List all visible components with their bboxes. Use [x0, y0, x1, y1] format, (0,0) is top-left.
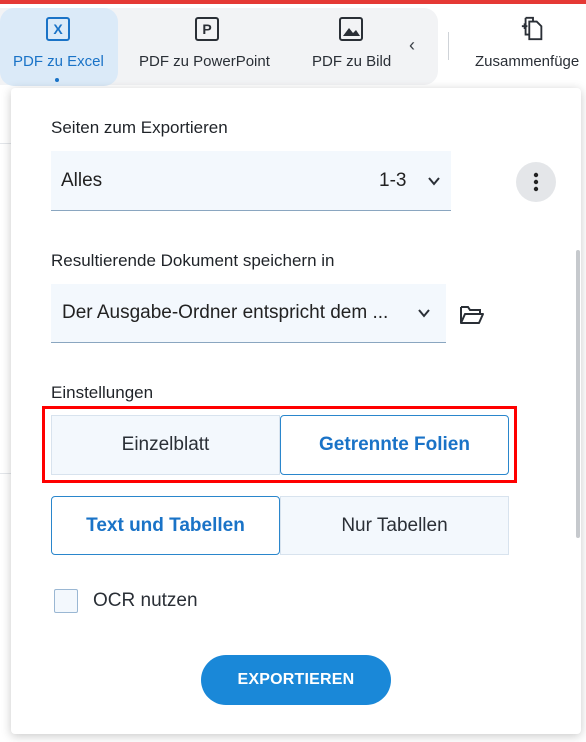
tool-label: PDF zu PowerPoint [139, 53, 270, 70]
ocr-label: OCR nutzen [93, 590, 198, 611]
option-label: Einzelblatt [121, 434, 210, 455]
output-folder-value: Der Ausgabe-Ordner entspricht dem ... [62, 302, 389, 323]
scroll-left-chevron-icon[interactable]: ‹ [409, 35, 415, 56]
output-folder-select[interactable]: Der Ausgabe-Ordner entspricht dem ... [51, 284, 446, 343]
tool-label: PDF zu Excel [13, 53, 104, 70]
settings-heading: Einstellungen [51, 383, 154, 402]
chevron-down-icon [428, 177, 440, 186]
svg-text:P: P [202, 21, 211, 37]
tool-pdf-to-powerpoint[interactable]: P PDF zu PowerPoint [132, 8, 282, 86]
pages-select[interactable]: Alles 1-3 [51, 151, 451, 211]
pages-heading: Seiten zum Exportieren [51, 118, 228, 137]
top-accent-line [0, 0, 586, 4]
export-button[interactable]: EXPORTIEREN [201, 655, 391, 705]
image-icon [338, 16, 364, 42]
kebab-menu-icon [533, 172, 539, 192]
toolbar-separator [448, 32, 449, 60]
merge-documents-icon [520, 16, 546, 42]
more-options-button[interactable] [516, 162, 556, 202]
option-text-and-tables[interactable]: Text und Tabellen [51, 496, 280, 555]
ocr-checkbox[interactable] [54, 589, 78, 613]
tool-merge[interactable]: Zusammenfüge [468, 8, 586, 86]
tool-pdf-to-image[interactable]: PDF zu Bild [302, 8, 404, 86]
active-indicator-dot [55, 78, 59, 82]
svg-text:X: X [53, 21, 63, 37]
content-segmented-control: Text und Tabellen Nur Tabellen [51, 496, 509, 555]
export-button-label: EXPORTIEREN [237, 671, 355, 688]
background-divider [0, 473, 11, 474]
excel-x-icon: X [45, 16, 71, 42]
layout-segmented-control: Einzelblatt Getrennte Folien [51, 415, 509, 475]
open-folder-icon[interactable] [459, 304, 485, 326]
option-tables-only[interactable]: Nur Tabellen [280, 496, 509, 555]
option-label: Getrennte Folien [319, 434, 470, 455]
option-single-sheet[interactable]: Einzelblatt [51, 415, 280, 475]
option-label: Text und Tabellen [86, 514, 245, 536]
export-settings-panel: Seiten zum Exportieren Alles 1-3 Resulti… [11, 88, 581, 734]
powerpoint-p-icon: P [194, 16, 220, 42]
tool-pdf-to-excel[interactable]: X PDF zu Excel [0, 8, 118, 86]
pages-value: Alles [61, 169, 103, 191]
tool-label: Zusammenfüge [475, 53, 580, 70]
background-divider [0, 143, 11, 144]
option-separate-slides[interactable]: Getrennte Folien [280, 415, 509, 475]
scrollbar-thumb[interactable] [576, 250, 580, 538]
save-location-heading: Resultierende Dokument speichern in [51, 251, 335, 270]
tool-label: PDF zu Bild [312, 53, 392, 70]
pages-range: 1-3 [379, 169, 407, 191]
option-label: Nur Tabellen [341, 514, 448, 536]
chevron-down-icon [418, 309, 430, 318]
